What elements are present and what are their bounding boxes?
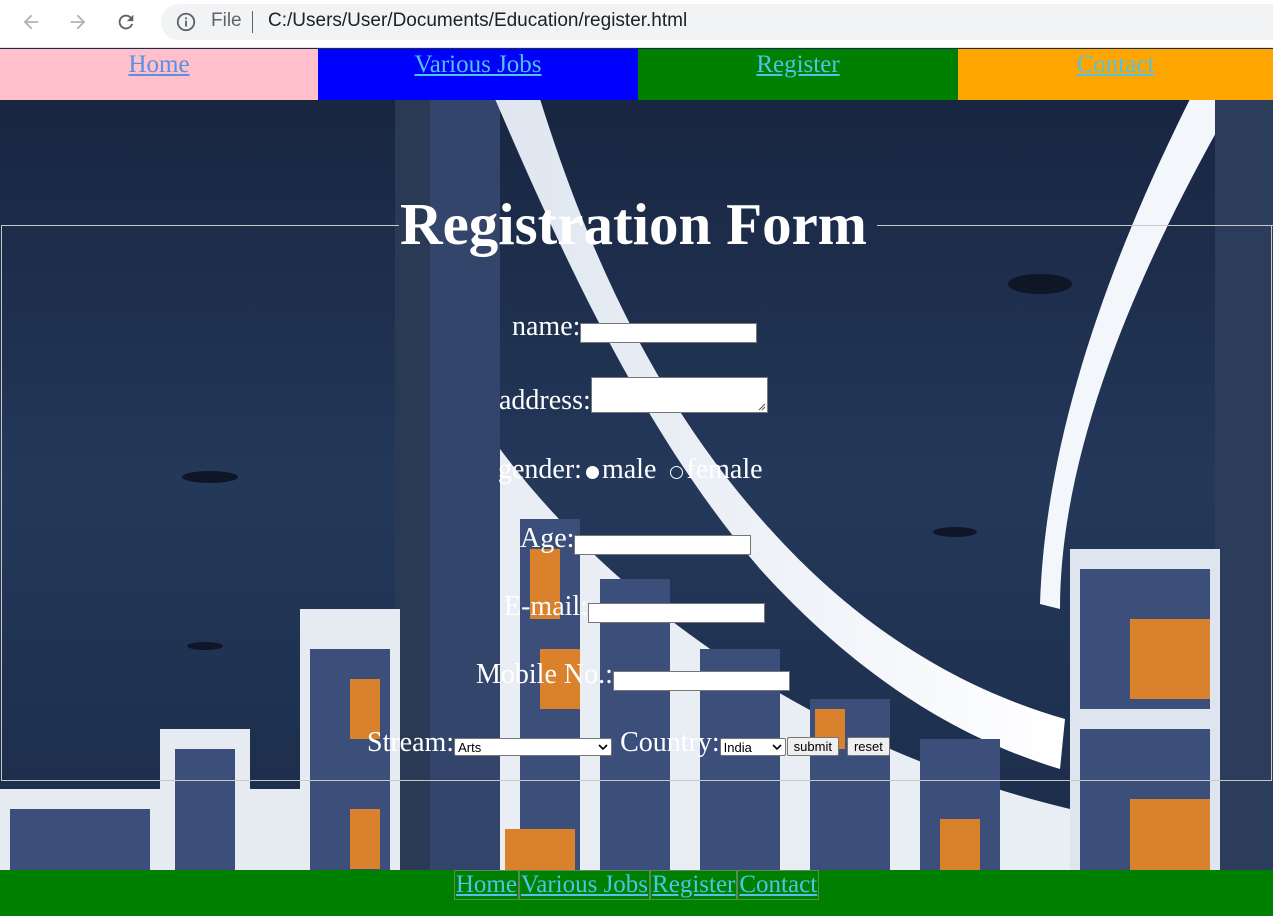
- submit-button[interactable]: submit: [786, 737, 839, 756]
- gender-row: gender: male female: [498, 454, 763, 486]
- reload-icon: [118, 14, 134, 30]
- chevron-down-icon: [598, 744, 608, 751]
- name-label: name:: [512, 311, 581, 342]
- footer-link-various-jobs[interactable]: Various Jobs: [518, 870, 651, 900]
- country-label: Country:: [620, 727, 720, 758]
- nav-cell-contact: Contact: [958, 49, 1273, 100]
- url-separator: [252, 11, 253, 33]
- resize-grip-icon[interactable]: [756, 401, 766, 411]
- stream-select[interactable]: Arts: [454, 738, 613, 756]
- email-input[interactable]: [587, 603, 765, 623]
- gender-female-radio[interactable]: [670, 466, 684, 479]
- url-scheme-label: File: [211, 10, 242, 31]
- name-row: name:: [512, 311, 758, 343]
- back-arrow-icon: [23, 14, 39, 30]
- nav-link-register[interactable]: Register: [756, 50, 839, 80]
- address-row: address:: [499, 377, 768, 417]
- info-icon[interactable]: [175, 11, 197, 33]
- nav-cell-home: Home: [0, 49, 318, 100]
- footer-link-home[interactable]: Home: [453, 870, 519, 900]
- gender-label: gender:: [498, 454, 582, 485]
- stream-country-row: Stream: Arts Country: India submit reset: [367, 727, 890, 759]
- footer-link-contact[interactable]: Contact: [737, 870, 820, 900]
- age-label: Age:: [520, 523, 575, 554]
- age-row: Age:: [520, 523, 752, 555]
- address-textarea[interactable]: [590, 377, 768, 413]
- country-select[interactable]: India: [719, 738, 786, 756]
- fieldset-border-left: [1, 225, 399, 226]
- name-input[interactable]: [580, 323, 758, 343]
- chevron-down-icon: [772, 744, 782, 751]
- page-body: Home Various Jobs Register Contact Regis…: [0, 49, 1273, 916]
- gender-male-radio[interactable]: [585, 466, 599, 479]
- address-label: address:: [499, 385, 591, 416]
- stream-label: Stream:: [367, 727, 455, 758]
- browser-toolbar: File C:/Users/User/Documents/Education/r…: [0, 0, 1273, 48]
- reload-button[interactable]: [112, 8, 140, 36]
- url-text[interactable]: C:/Users/User/Documents/Education/regist…: [268, 10, 687, 32]
- nav-cell-register: Register: [638, 49, 958, 100]
- forward-arrow-icon: [70, 14, 86, 30]
- top-navigation: Home Various Jobs Register Contact: [0, 49, 1273, 100]
- registration-fieldset: [1, 225, 1272, 781]
- form-legend: Registration Form: [400, 191, 867, 257]
- stream-selected-value: Arts: [458, 739, 482, 755]
- footer-links: Home Various Jobs Register Contact: [453, 870, 820, 900]
- fieldset-border-right: [877, 225, 1273, 226]
- footer-navigation: Home Various Jobs Register Contact: [0, 870, 1273, 916]
- reset-button[interactable]: reset: [846, 737, 890, 756]
- mobile-row: Mobile No.:: [476, 659, 790, 691]
- back-button[interactable]: [17, 8, 45, 36]
- email-label: E-mail:: [504, 591, 588, 622]
- address-bar[interactable]: File C:/Users/User/Documents/Education/r…: [161, 4, 1273, 40]
- age-input[interactable]: [574, 535, 752, 555]
- gender-female-label: female: [686, 454, 763, 485]
- email-row: E-mail:: [504, 591, 765, 623]
- footer-link-register[interactable]: Register: [650, 870, 738, 900]
- nav-link-home[interactable]: Home: [128, 50, 189, 80]
- nav-link-various-jobs[interactable]: Various Jobs: [414, 50, 541, 80]
- forward-button[interactable]: [64, 8, 92, 36]
- mobile-input[interactable]: [612, 671, 790, 691]
- nav-cell-various-jobs: Various Jobs: [318, 49, 638, 100]
- nav-link-contact[interactable]: Contact: [1077, 50, 1155, 80]
- country-selected-value: India: [723, 739, 752, 755]
- mobile-label: Mobile No.:: [476, 659, 613, 690]
- gender-male-label: male: [601, 454, 657, 485]
